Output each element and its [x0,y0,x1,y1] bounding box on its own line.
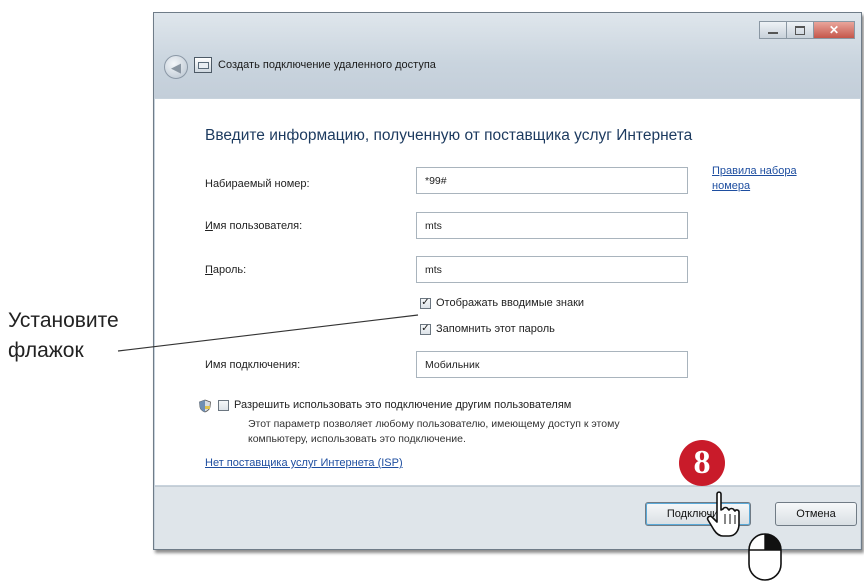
back-arrow-icon: ◀ [171,59,181,75]
wizard-content: Введите информацию, полученную от постав… [155,99,860,485]
window-controls: ✕ [759,21,855,39]
network-connection-icon [194,57,212,73]
password-label: Пароль: [205,264,246,276]
password-label-text: ароль: [212,264,247,276]
cancel-button[interactable]: Отмена [775,502,857,526]
mouse-icon [748,533,782,581]
connection-name-label: Имя подключения: [205,359,301,371]
show-chars-label: Отображать вводимые знаки [436,297,585,309]
uac-shield-icon [199,399,211,413]
show-chars-box[interactable]: ✓ [420,297,431,309]
dial-number-label: Набираемый номер: [205,178,310,190]
title-bar: ✕ ◀ Создать подключение удаленного досту… [154,13,861,98]
wizard-title: Создать подключение удаленного доступа [218,59,436,71]
remember-password-label: Запомнить этот пароль [436,323,555,335]
checkmark-icon: ✓ [421,323,430,334]
password-input[interactable]: mts [416,256,688,283]
remember-password-checkbox[interactable]: ✓ Запомнить этот пароль [420,323,555,335]
allow-others-box[interactable] [218,399,229,411]
step-number-badge: 8 [679,440,725,486]
minimize-icon [768,32,778,34]
username-accel: И [205,220,213,232]
no-isp-link[interactable]: Нет поставщика услуг Интернета (ISP) [205,457,403,469]
dial-number-input[interactable]: *99# [416,167,688,194]
connection-name-input[interactable]: Мобильник [416,351,688,378]
allow-others-description: Этот параметр позволяет любому пользоват… [248,418,620,445]
hand-cursor-icon [706,491,740,537]
page-heading: Введите информацию, полученную от постав… [205,127,693,144]
instruction-callout: Установите флажок [8,306,119,366]
maximize-icon [795,25,805,35]
close-button[interactable]: ✕ [813,21,855,39]
maximize-button[interactable] [786,21,814,39]
username-input[interactable]: mts [416,212,688,239]
password-accel: П [205,264,213,276]
back-button[interactable]: ◀ [164,55,188,79]
close-icon: ✕ [828,23,840,37]
remember-password-box[interactable]: ✓ [420,323,431,335]
username-label: Имя пользователя: [205,220,302,232]
allow-others-checkbox[interactable]: Разрешить использовать это подключение д… [218,399,571,411]
minimize-button[interactable] [759,21,787,39]
instruction-line-2: флажок [8,339,84,362]
checkmark-icon: ✓ [421,297,430,308]
instruction-line-1: Установите [8,309,119,332]
dialing-rules-link[interactable]: Правила набора номера [712,164,812,194]
allow-others-label: Разрешить использовать это подключение д… [234,399,572,411]
show-chars-checkbox[interactable]: ✓ Отображать вводимые знаки [420,297,584,309]
username-label-text: мя пользователя: [212,220,303,232]
dialup-wizard-window: ✕ ◀ Создать подключение удаленного досту… [153,12,862,550]
